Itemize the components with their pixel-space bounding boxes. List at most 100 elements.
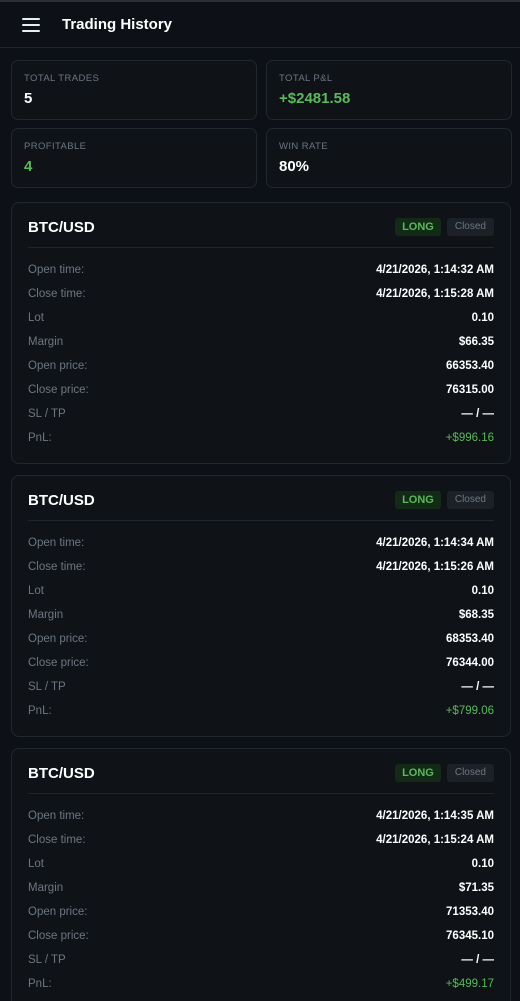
stat-value: 80% (279, 158, 310, 175)
trade-row-open-time: Open time: 4/21/2026, 1:14:35 AM (28, 804, 494, 828)
row-label: PnL: (28, 432, 52, 444)
stat-value: 4 (24, 158, 33, 175)
trade-row-open-time: Open time: 4/21/2026, 1:14:32 AM (28, 258, 494, 282)
row-label: Close price: (28, 657, 89, 669)
stat-value: 5 (24, 90, 33, 107)
trade-card[interactable]: BTC/USD LONG Closed Open time: 4/21/2026, 1:… (11, 748, 511, 1001)
trade-row-close-price: Close price: 76345.10 (28, 924, 494, 948)
row-value: 76315.00 (446, 384, 494, 396)
trade-card[interactable]: BTC/USD LONG Closed Open time: 4/21/2026, 1:… (11, 202, 511, 464)
trade-row-margin: Margin $68.35 (28, 603, 494, 627)
stat-card: TOTAL P&L +$2481.58 (266, 60, 512, 120)
row-value: 0.10 (471, 312, 494, 324)
trade-row-pnl: PnL: +$799.06 (28, 699, 494, 723)
row-label: Close time: (28, 561, 86, 573)
row-value: 76345.10 (446, 930, 494, 942)
row-value: 71353.40 (446, 906, 494, 918)
trade-row-lot: Lot 0.10 (28, 306, 494, 330)
row-label: Close price: (28, 384, 89, 396)
trade-details: Open time: 4/21/2026, 1:14:34 AM Close tim… (28, 521, 494, 723)
row-value: 0.10 (471, 585, 494, 597)
trade-row-pnl: PnL: +$996.16 (28, 426, 494, 450)
trade-details: Open time: 4/21/2026, 1:14:32 AM Close tim… (28, 248, 494, 450)
menu-icon[interactable] (22, 17, 40, 32)
trade-list: BTC/USD LONG Closed Open time: 4/21/2026, 1:… (0, 188, 520, 1001)
stat-label: TOTAL TRADES (24, 73, 100, 84)
row-label: Open price: (28, 633, 88, 645)
trade-row-pnl: PnL: +$499.17 (28, 972, 494, 996)
row-value: — / — (461, 408, 494, 420)
app-header: Trading History (0, 0, 520, 48)
row-label: Open time: (28, 537, 85, 549)
side-badge: LONG (395, 218, 441, 236)
row-value: $66.35 (458, 336, 494, 348)
row-value: 66353.40 (446, 360, 494, 372)
trade-row-open-price: Open price: 68353.40 (28, 627, 494, 651)
trade-row-close-time: Close time: 4/21/2026, 1:15:28 AM (28, 282, 494, 306)
trade-row-open-price: Open price: 71353.40 (28, 900, 494, 924)
row-value: — / — (461, 954, 494, 966)
stat-card: TOTAL TRADES 5 (11, 60, 257, 120)
row-label: Open price: (28, 360, 88, 372)
side-badge: LONG (395, 764, 441, 782)
row-label: Margin (28, 336, 64, 348)
trade-row-close-price: Close price: 76315.00 (28, 378, 494, 402)
row-value: +$799.06 (445, 705, 494, 717)
trade-badges: LONG Closed (395, 760, 494, 782)
trade-card-header: BTC/USD LONG Closed (28, 749, 494, 794)
row-value: 4/21/2026, 1:14:34 AM (376, 537, 494, 549)
trade-pair: BTC/USD (28, 764, 95, 782)
row-label: Lot (28, 858, 44, 870)
row-value: 68353.40 (446, 633, 494, 645)
row-label: SL / TP (28, 681, 66, 693)
row-label: Margin (28, 882, 64, 894)
trade-card-header: BTC/USD LONG Closed (28, 203, 494, 248)
trade-row-margin: Margin $71.35 (28, 876, 494, 900)
row-label: SL / TP (28, 408, 66, 420)
row-value: $71.35 (458, 882, 494, 894)
row-label: Close time: (28, 834, 86, 846)
row-label: Open time: (28, 810, 85, 822)
trade-row-sl-tp: SL / TP — / — (28, 675, 494, 699)
trade-row-margin: Margin $66.35 (28, 330, 494, 354)
trade-card-header: BTC/USD LONG Closed (28, 476, 494, 521)
stats-grid: TOTAL TRADES 5 TOTAL P&L +$2481.58 PROFITABL… (0, 48, 520, 188)
trading-history-page: Trading History TOTAL TRADES 5 TOTAL P&L +$… (0, 0, 520, 1001)
row-value: +$499.17 (445, 978, 494, 990)
row-value: 76344.00 (446, 657, 494, 669)
trade-row-lot: Lot 0.10 (28, 579, 494, 603)
page-title: Trading History (62, 16, 173, 33)
trade-row-close-time: Close time: 4/21/2026, 1:15:26 AM (28, 555, 494, 579)
stat-label: PROFITABLE (24, 141, 87, 152)
row-label: Open price: (28, 906, 88, 918)
trade-pair: BTC/USD (28, 218, 95, 236)
stat-card: PROFITABLE 4 (11, 128, 257, 188)
row-value: +$996.16 (445, 432, 494, 444)
row-value: 0.10 (471, 858, 494, 870)
trade-row-sl-tp: SL / TP — / — (28, 948, 494, 972)
trade-details: Open time: 4/21/2026, 1:14:35 AM Close tim… (28, 794, 494, 996)
status-badge: Closed (446, 491, 494, 509)
trade-row-close-time: Close time: 4/21/2026, 1:15:24 AM (28, 828, 494, 852)
row-label: Open time: (28, 264, 85, 276)
trade-pair: BTC/USD (28, 491, 95, 509)
row-label: Close time: (28, 288, 86, 300)
stat-card: WIN RATE 80% (266, 128, 512, 188)
trade-card[interactable]: BTC/USD LONG Closed Open time: 4/21/2026, 1:… (11, 475, 511, 737)
row-value: 4/21/2026, 1:14:32 AM (376, 264, 494, 276)
row-value: 4/21/2026, 1:15:28 AM (376, 288, 494, 300)
trade-row-close-price: Close price: 76344.00 (28, 651, 494, 675)
status-badge: Closed (446, 218, 494, 236)
row-label: Margin (28, 609, 64, 621)
trade-row-lot: Lot 0.10 (28, 852, 494, 876)
side-badge: LONG (395, 491, 441, 509)
trade-row-open-time: Open time: 4/21/2026, 1:14:34 AM (28, 531, 494, 555)
trade-row-sl-tp: SL / TP — / — (28, 402, 494, 426)
row-label: Close price: (28, 930, 89, 942)
row-value: 4/21/2026, 1:15:26 AM (376, 561, 494, 573)
stat-label: WIN RATE (279, 141, 328, 152)
trade-row-open-price: Open price: 66353.40 (28, 354, 494, 378)
row-value: $68.35 (458, 609, 494, 621)
row-value: — / — (461, 681, 494, 693)
row-label: Lot (28, 312, 44, 324)
